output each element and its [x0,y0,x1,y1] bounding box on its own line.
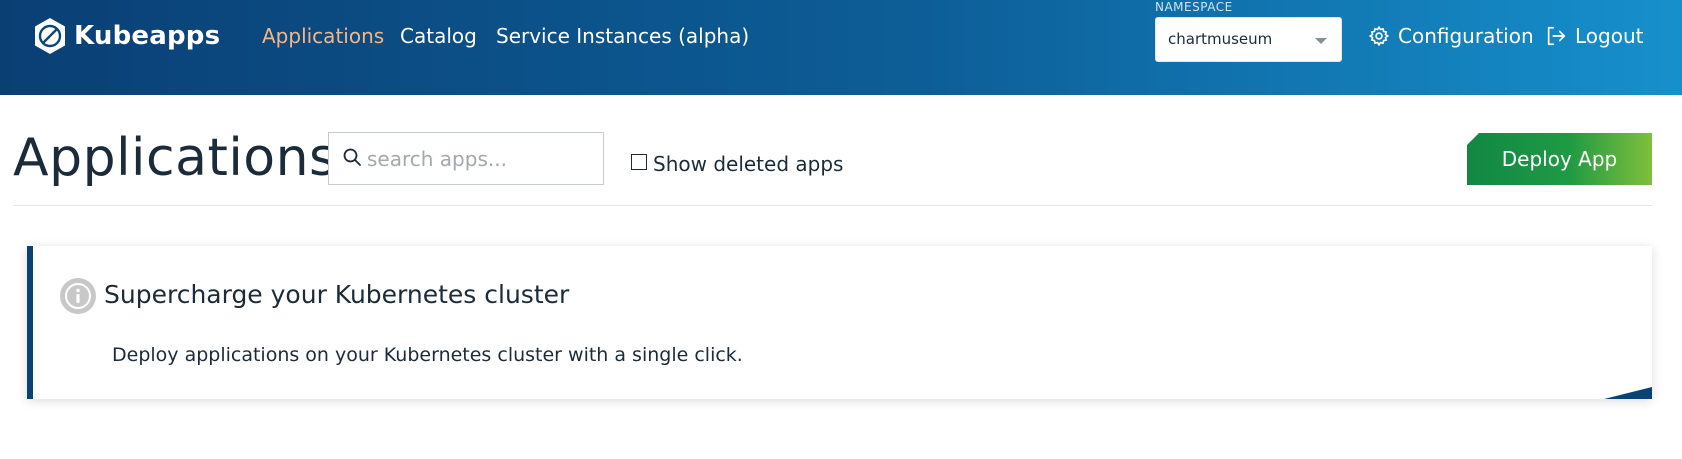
show-deleted-checkbox[interactable] [631,154,647,170]
page-title: Applications [13,128,337,188]
info-card-accent [27,246,33,399]
search-icon [343,148,361,166]
gear-icon [1368,25,1390,47]
namespace-label: NAMESPACE [1155,0,1233,14]
top-navbar: Kubeapps Applications Catalog Service In… [0,0,1682,95]
show-deleted-toggle[interactable]: Show deleted apps [631,150,844,176]
nav-applications[interactable]: Applications [262,24,384,48]
deploy-app-button[interactable]: Deploy App [1467,133,1652,185]
search-box[interactable] [328,132,604,185]
info-card: Supercharge your Kubernetes cluster Depl… [27,246,1652,399]
show-deleted-label: Show deleted apps [653,152,844,176]
logout-label: Logout [1575,24,1644,48]
info-card-title: Supercharge your Kubernetes cluster [104,280,570,309]
chevron-down-icon [1315,38,1327,44]
namespace-select[interactable]: chartmuseum [1155,17,1342,62]
info-card-corner [1604,387,1652,399]
namespace-value: chartmuseum [1168,30,1273,48]
logout-icon [1547,26,1566,46]
brand[interactable]: Kubeapps [32,16,220,56]
configuration-label: Configuration [1398,24,1534,48]
search-input[interactable] [367,141,597,177]
nav-service-instances[interactable]: Service Instances (alpha) [496,24,749,48]
nav-catalog[interactable]: Catalog [400,24,477,48]
kubeapps-logo-icon [35,18,65,54]
brand-name: Kubeapps [74,21,221,51]
info-card-text: Deploy applications on your Kubernetes c… [112,344,743,366]
configuration-button[interactable]: Configuration [1368,24,1534,48]
logout-button[interactable]: Logout [1545,24,1643,48]
info-icon [60,278,96,314]
divider [13,205,1652,206]
